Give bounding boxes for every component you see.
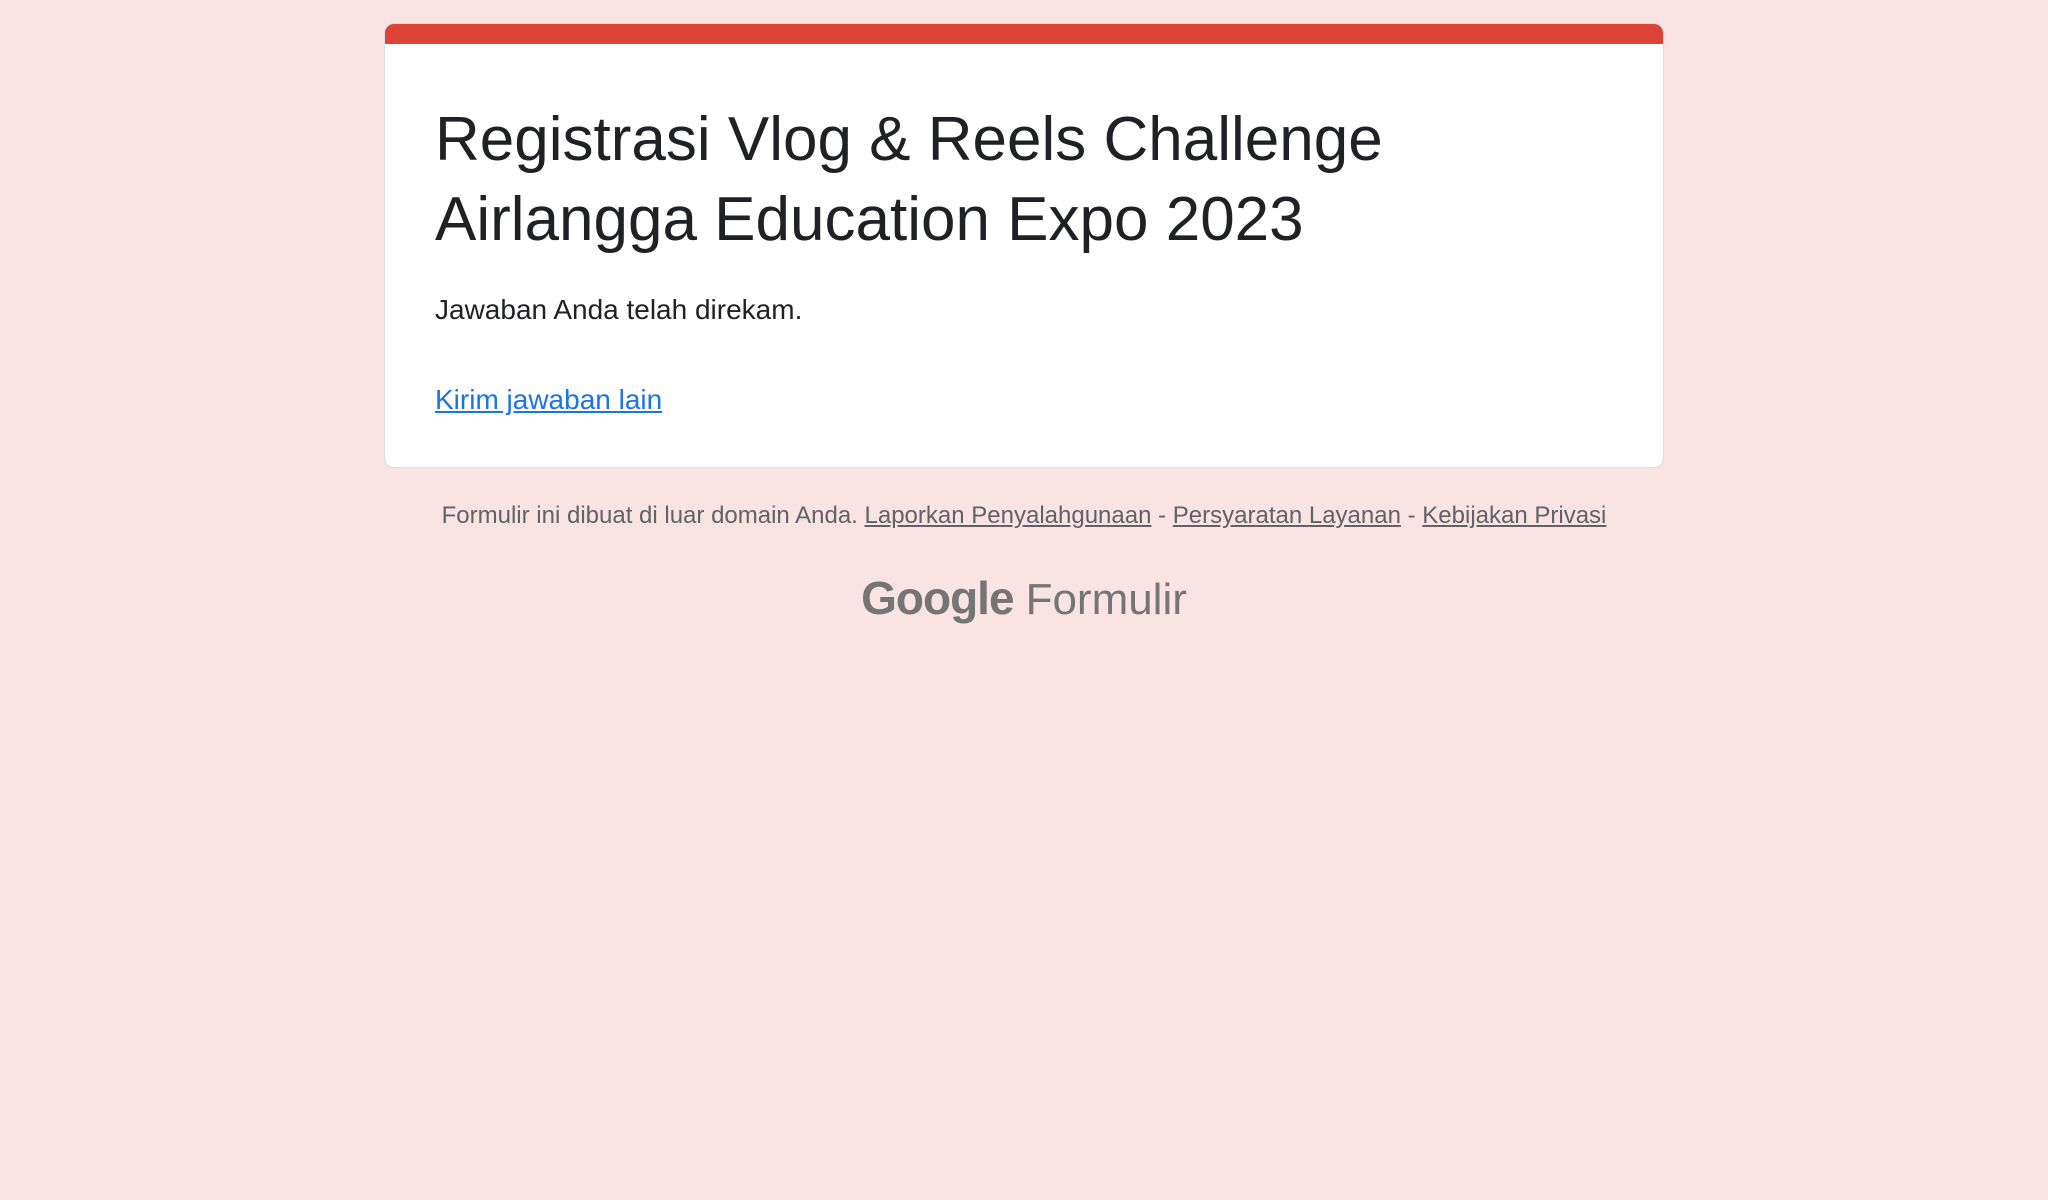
card-accent-bar [385,24,1663,44]
footer-separator: - [1407,502,1416,529]
product-name: Formulir [1025,575,1187,624]
form-title-line1: Registrasi Vlog & Reels Challenge [435,105,1383,174]
report-abuse-link[interactable]: Laporkan Penyalahgunaan [865,502,1152,529]
footer-notice-text: Formulir ini dibuat di luar domain Anda. [441,502,858,529]
google-wordmark: Google [861,572,1014,624]
form-title-line2: Airlangga Education Expo 2023 [435,185,1304,254]
footer-notice: Formulir ini dibuat di luar domain Anda.… [0,500,2048,532]
form-card: Registrasi Vlog & Reels Challenge Airlan… [384,23,1664,468]
terms-link[interactable]: Persyaratan Layanan [1173,502,1401,529]
google-forms-logo[interactable]: Google Formulir [0,570,2048,638]
submit-another-link[interactable]: Kirim jawaban lain [435,382,662,418]
confirmation-message: Jawaban Anda telah direkam. [435,294,803,325]
privacy-link[interactable]: Kebijakan Privasi [1422,502,1606,529]
form-title: Registrasi Vlog & Reels Challenge Airlan… [435,100,1595,260]
footer-separator: - [1158,502,1167,529]
